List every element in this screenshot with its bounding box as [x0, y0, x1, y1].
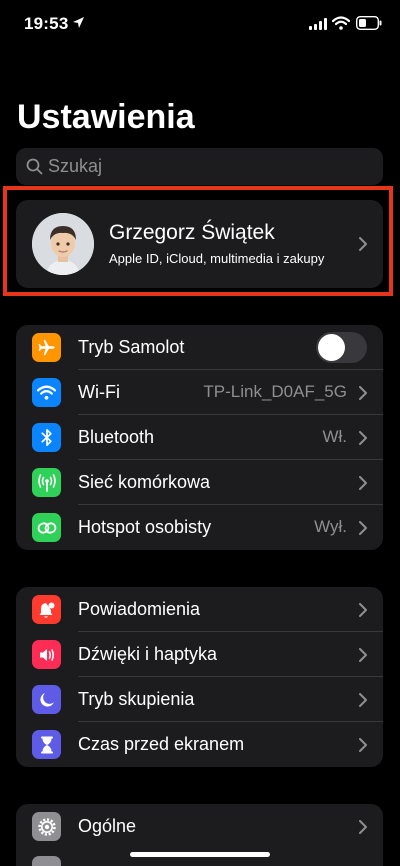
settings-row-label: Dźwięki i haptyka: [78, 644, 218, 664]
settings-row-value: TP-Link_D0AF_5G: [203, 382, 347, 401]
settings-row-label: Ogólne: [78, 816, 137, 836]
toggle-knob: [318, 334, 345, 361]
chevron-right-icon: [359, 521, 367, 535]
moon-icon: [32, 685, 61, 714]
settings-row-cellular[interactable]: Sieć komórkowa: [16, 460, 383, 505]
settings-row-hotspot[interactable]: Hotspot osobisty Wył.: [16, 505, 383, 550]
settings-row-notifications[interactable]: Powiadomienia: [16, 587, 383, 632]
search-input[interactable]: Szukaj: [16, 148, 383, 185]
settings-row-value: Wł.: [322, 427, 347, 446]
chevron-right-icon: [359, 693, 367, 707]
status-time: 19:53: [24, 14, 69, 33]
settings-row-label: Bluetooth: [78, 427, 155, 447]
notifications-group: Powiadomienia Dźwięki i haptyka Tryb sku…: [16, 587, 383, 767]
hotspot-icon: [32, 513, 61, 542]
settings-row-label: Wi-Fi: [78, 382, 120, 402]
home-indicator: [130, 852, 270, 857]
status-bar: 19:53: [0, 0, 400, 50]
memoji-icon: [32, 213, 94, 275]
location-arrow-icon: [73, 17, 84, 28]
airplane-toggle[interactable]: [316, 332, 367, 363]
hourglass-icon: [32, 730, 61, 759]
settings-row-label: Tryb skupienia: [78, 689, 195, 709]
chevron-right-icon: [359, 603, 367, 617]
chevron-right-icon: [359, 648, 367, 662]
chevron-right-icon: [359, 237, 367, 251]
cellular-icon: [32, 468, 61, 497]
profile-row[interactable]: Grzegorz Świątek Apple ID, iCloud, multi…: [16, 200, 383, 288]
profile-subtitle: Apple ID, iCloud, multimedia i zakupy: [109, 251, 325, 266]
settings-row-label: Powiadomienia: [78, 599, 201, 619]
next-row-icon: [32, 856, 61, 866]
settings-row-bluetooth[interactable]: Bluetooth Wł.: [16, 415, 383, 460]
settings-row-sounds[interactable]: Dźwięki i haptyka: [16, 632, 383, 677]
bluetooth-icon: [32, 423, 61, 452]
battery-icon: [356, 16, 382, 30]
speaker-icon: [32, 640, 61, 669]
wifi-icon: [32, 378, 61, 407]
chevron-right-icon: [359, 820, 367, 834]
connectivity-group: Tryb Samolot Wi-Fi TP-Link_D0AF_5G Bluet…: [16, 325, 383, 550]
gear-icon: [32, 812, 61, 841]
search-icon: [26, 158, 43, 175]
chevron-right-icon: [359, 738, 367, 752]
settings-row-airplane[interactable]: Tryb Samolot: [16, 325, 383, 370]
settings-row-label: Czas przed ekranem: [78, 734, 245, 754]
airplane-icon: [32, 333, 61, 362]
settings-row-value: Wył.: [314, 517, 347, 536]
wifi-status-icon: [332, 16, 350, 30]
settings-row-screen-time[interactable]: Czas przed ekranem: [16, 722, 383, 767]
avatar: [32, 213, 94, 275]
settings-row-label: Hotspot osobisty: [78, 517, 212, 537]
bell-icon: [32, 595, 61, 624]
signal-icon: [309, 18, 327, 30]
chevron-right-icon: [359, 431, 367, 445]
profile-name: Grzegorz Świątek: [109, 221, 275, 244]
page-title: Ustawienia: [17, 98, 195, 136]
settings-row-label: Sieć komórkowa: [78, 472, 211, 492]
settings-row-focus[interactable]: Tryb skupienia: [16, 677, 383, 722]
chevron-right-icon: [359, 386, 367, 400]
chevron-right-icon: [359, 476, 367, 490]
settings-row-general[interactable]: Ogólne: [16, 804, 383, 849]
search-placeholder: Szukaj: [48, 156, 103, 176]
settings-row-wifi[interactable]: Wi-Fi TP-Link_D0AF_5G: [16, 370, 383, 415]
settings-row-label: Tryb Samolot: [78, 337, 185, 357]
